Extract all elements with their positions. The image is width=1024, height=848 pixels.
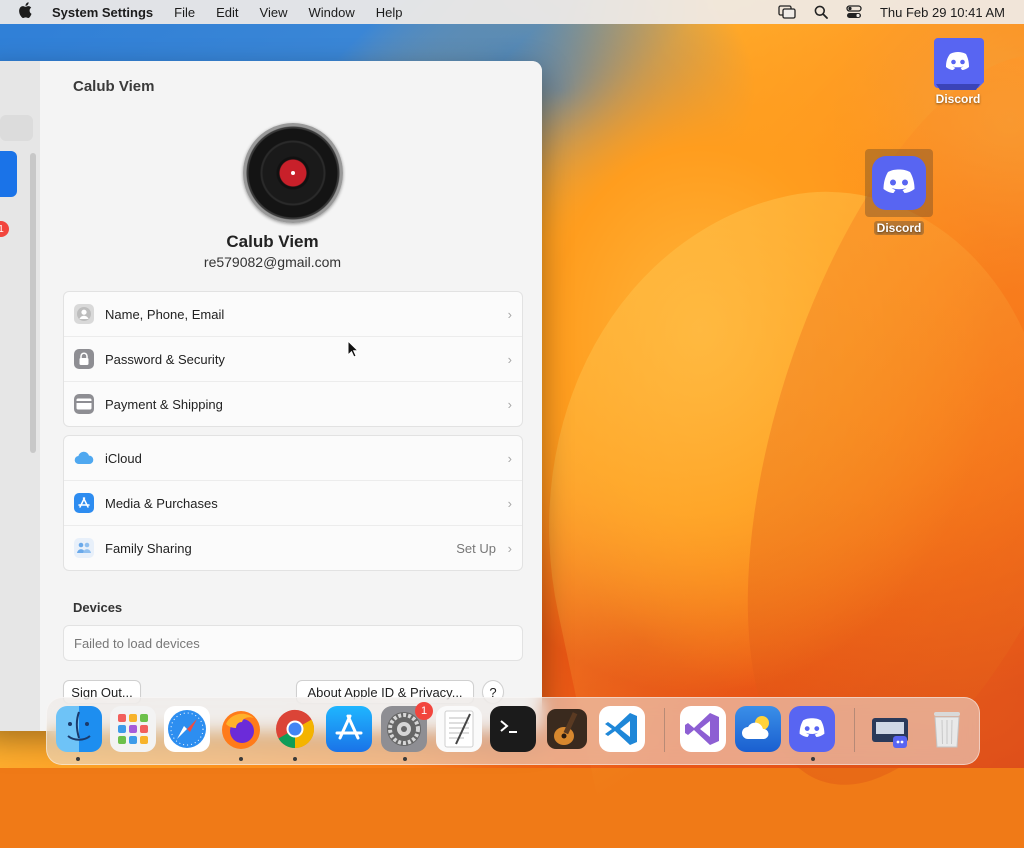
lock-icon	[74, 349, 94, 369]
chevron-right-icon: ›	[507, 396, 512, 412]
row-icloud[interactable]: iCloud ›	[64, 436, 522, 480]
row-payment-shipping[interactable]: Payment & Shipping ›	[64, 381, 522, 426]
control-center-icon[interactable]	[846, 5, 862, 19]
dock-safari-icon[interactable]	[164, 706, 210, 752]
screen-mirroring-icon[interactable]	[778, 5, 796, 19]
menu-window[interactable]: Window	[308, 5, 354, 20]
menu-edit[interactable]: Edit	[216, 5, 238, 20]
dock-finder-icon[interactable]	[56, 706, 102, 752]
app-store-icon	[74, 493, 94, 513]
dock-textedit-icon[interactable]	[436, 706, 482, 752]
dock-running-indicator	[239, 757, 243, 761]
sidebar-scrollbar[interactable]	[30, 153, 36, 453]
discord-icon	[865, 149, 933, 217]
system-settings-window: 1 Calub Viem Calub Viem re579082@gmail.c…	[0, 61, 542, 731]
icloud-icon	[74, 448, 94, 468]
mouse-cursor-icon	[347, 339, 360, 363]
row-name-phone-email[interactable]: Name, Phone, Email ›	[64, 292, 522, 336]
devices-error-message: Failed to load devices	[74, 635, 200, 651]
settings-content-pane: Calub Viem Calub Viem re579082@gmail.com…	[40, 61, 542, 731]
row-label: Name, Phone, Email	[105, 306, 225, 322]
sidebar-notification-badge: 1	[0, 221, 9, 237]
settings-sidebar: 1	[0, 61, 41, 731]
discord-icon	[930, 34, 986, 92]
dock-running-indicator	[811, 757, 815, 761]
window-title: Calub Viem	[73, 78, 155, 95]
chevron-right-icon: ›	[507, 540, 512, 556]
discord-desktop-icon[interactable]: Discord	[926, 34, 990, 106]
menu-view[interactable]: View	[260, 5, 288, 20]
sidebar-item-selected[interactable]	[0, 151, 17, 197]
menu-file[interactable]: File	[174, 5, 195, 20]
dock-discord-icon[interactable]	[789, 706, 835, 752]
services-settings-group: iCloud › Media & Purchases › Family Shar…	[63, 435, 523, 571]
dock-trash-icon[interactable]	[924, 706, 970, 752]
chevron-right-icon: ›	[507, 306, 512, 322]
chevron-right-icon: ›	[507, 351, 512, 367]
spotlight-search-icon[interactable]	[814, 5, 828, 19]
dock: 1	[46, 697, 980, 765]
devices-section-title: Devices	[73, 600, 123, 615]
dock-downloads-stack-icon[interactable]	[867, 706, 913, 752]
chevron-right-icon: ›	[507, 450, 512, 466]
dock-running-indicator	[76, 757, 80, 761]
dock-firefox-icon[interactable]	[218, 706, 264, 752]
dock-running-indicator	[403, 757, 407, 761]
profile-name: Calub Viem	[226, 232, 319, 251]
row-family-sharing[interactable]: Family Sharing Set Up ›	[64, 525, 522, 570]
dock-weather-icon[interactable]	[735, 706, 781, 752]
devices-list: Failed to load devices	[63, 625, 523, 661]
chevron-right-icon: ›	[507, 495, 512, 511]
row-media-purchases[interactable]: Media & Purchases ›	[64, 480, 522, 525]
dock-launchpad-icon[interactable]	[110, 706, 156, 752]
dock-vscode-icon[interactable]	[599, 706, 645, 752]
row-label: Media & Purchases	[105, 495, 218, 511]
apple-menu-icon[interactable]	[18, 2, 34, 22]
menu-help[interactable]: Help	[376, 5, 403, 20]
dock-terminal-icon[interactable]	[490, 706, 536, 752]
dock-separator	[664, 708, 665, 752]
desktop-icon-label: Discord	[935, 92, 981, 106]
sidebar-search-field[interactable]	[0, 115, 33, 141]
desktop-icon-label: Discord	[873, 221, 925, 235]
dock-visual-studio-icon[interactable]	[680, 706, 726, 752]
menu-bar: System Settings File Edit View Window He…	[0, 0, 1024, 24]
family-sharing-status: Set Up	[456, 540, 496, 556]
profile-avatar[interactable]	[243, 123, 343, 223]
row-label: Family Sharing	[105, 540, 192, 556]
row-label: iCloud	[105, 450, 142, 466]
row-label: Payment & Shipping	[105, 396, 223, 412]
menu-bar-clock[interactable]: Thu Feb 29 10:41 AM	[880, 5, 1005, 20]
dock-settings-badge: 1	[415, 702, 433, 720]
family-icon	[74, 538, 94, 558]
dock-garageband-icon[interactable]	[544, 706, 590, 752]
menu-app-name[interactable]: System Settings	[52, 5, 153, 20]
discord-desktop-icon-selected[interactable]: Discord	[864, 149, 934, 237]
row-password-security[interactable]: Password & Security ›	[64, 336, 522, 381]
dock-separator	[854, 708, 855, 752]
dock-chrome-icon[interactable]	[272, 706, 318, 752]
contact-icon	[74, 304, 94, 324]
account-settings-group: Name, Phone, Email › Password & Security…	[63, 291, 523, 427]
card-icon	[74, 394, 94, 414]
row-label: Password & Security	[105, 351, 225, 367]
dock-app-store-icon[interactable]	[326, 706, 372, 752]
profile-email: re579082@gmail.com	[203, 254, 342, 270]
dock-running-indicator	[293, 757, 297, 761]
